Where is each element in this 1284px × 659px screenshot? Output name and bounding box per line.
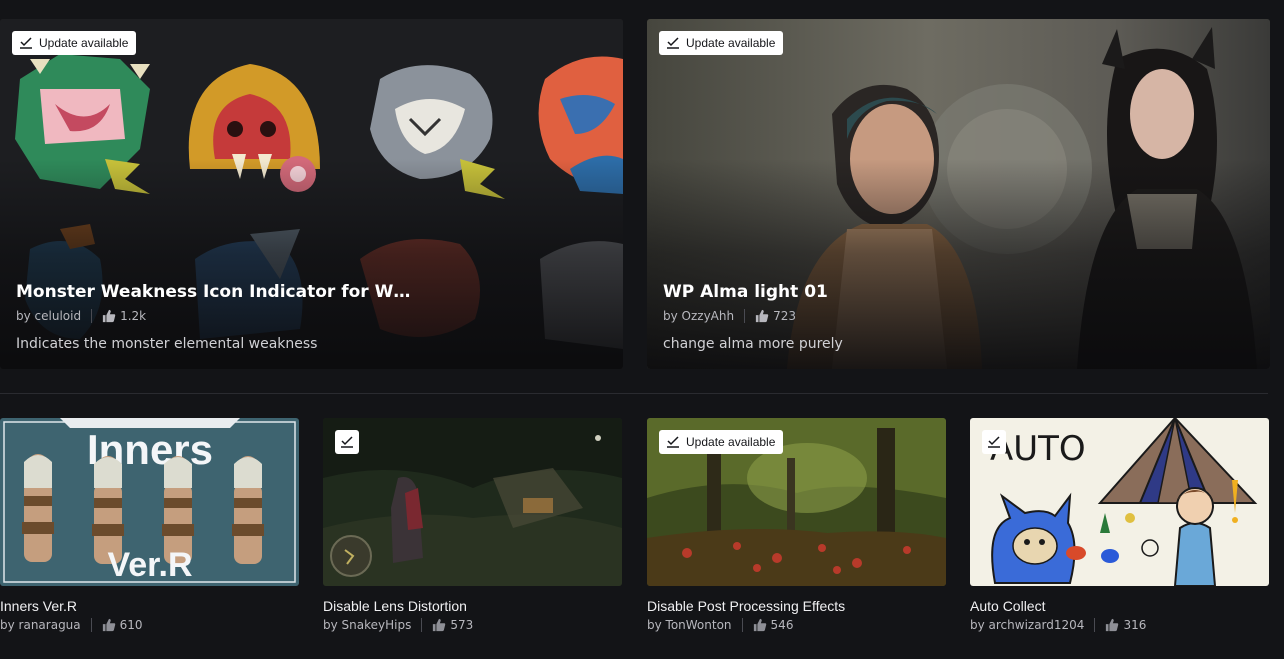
mod-author[interactable]: by OzzyAhh <box>663 309 734 323</box>
mod-thumbnail <box>323 418 622 586</box>
thumbs-up-icon <box>433 618 446 632</box>
mod-title[interactable]: Auto Collect <box>970 597 1269 615</box>
mod-description: change alma more purely <box>663 336 843 352</box>
mod-card[interactable]: Inners Ver.R Inners Ver.R by ranaragua 6… <box>0 418 299 632</box>
update-available-badge: Update available <box>659 430 784 454</box>
mod-meta: by ranaragua 610 <box>0 618 299 632</box>
mod-meta: by celuloid 1.2k <box>16 307 607 325</box>
meta-divider <box>744 309 746 323</box>
mod-meta: by TonWonton 546 <box>647 618 946 632</box>
mod-title[interactable]: Inners Ver.R <box>0 597 299 615</box>
check-download-icon <box>667 436 679 448</box>
mod-card[interactable]: AUTO Auto Collect by archwizard1204 316 <box>970 418 1269 632</box>
thumbs-up-icon <box>755 309 769 323</box>
likes-value: 316 <box>1123 618 1147 632</box>
featured-mod-card[interactable]: Update available Monster Weakness Icon I… <box>0 19 623 369</box>
badge-label: Update available <box>39 36 129 50</box>
mod-title[interactable]: Disable Lens Distortion <box>323 597 622 615</box>
mod-description: Indicates the monster elemental weakness <box>16 336 318 352</box>
thumbs-up-icon <box>1106 618 1119 632</box>
thumbnail-inners-art: Inners Ver.R <box>0 418 299 586</box>
likes-value: 723 <box>773 309 797 323</box>
mod-title[interactable]: Monster Weakness Icon Indicator for WILD… <box>16 281 416 303</box>
check-download-icon <box>988 436 1000 448</box>
mod-author[interactable]: by ranaragua <box>0 618 81 632</box>
likes-count: 1.2k <box>102 309 146 323</box>
mod-thumbnail: AUTO <box>970 418 1269 586</box>
mod-thumbnail: Inners Ver.R <box>0 418 299 586</box>
mods-page: Update available Monster Weakness Icon I… <box>0 0 1284 659</box>
mod-card[interactable]: Disable Lens Distortion by SnakeyHips 57… <box>323 418 622 632</box>
meta-divider <box>421 618 423 632</box>
likes-count: 573 <box>432 618 473 632</box>
thumb-text-bottom: Ver.R <box>107 546 192 584</box>
likes-value: 546 <box>770 618 794 632</box>
meta-divider <box>741 618 743 632</box>
likes-value: 573 <box>450 618 474 632</box>
badge-label: Update available <box>686 435 776 449</box>
featured-card-info: WP Alma light 01 by OzzyAhh 723 change a… <box>663 281 1254 353</box>
check-download-icon <box>20 37 32 49</box>
mod-author[interactable]: by TonWonton <box>647 618 732 632</box>
thumbs-up-icon <box>102 618 115 632</box>
likes-count: 610 <box>102 618 143 632</box>
meta-divider <box>91 309 93 323</box>
mod-card[interactable]: Update available Disable Post Processing… <box>647 418 946 632</box>
section-divider <box>0 393 1268 394</box>
thumbs-up-icon <box>753 618 766 632</box>
likes-count: 546 <box>753 618 794 632</box>
mod-author[interactable]: by SnakeyHips <box>323 618 411 632</box>
mod-title[interactable]: Disable Post Processing Effects <box>647 597 946 615</box>
mod-author[interactable]: by celuloid <box>16 309 81 323</box>
check-download-icon <box>667 37 679 49</box>
mod-thumbnail: Update available <box>647 418 946 586</box>
meta-divider <box>90 618 92 632</box>
update-available-badge: Update available <box>12 31 137 55</box>
meta-divider <box>1094 618 1096 632</box>
mod-meta: by SnakeyHips 573 <box>323 618 622 632</box>
featured-card-info: Monster Weakness Icon Indicator for WILD… <box>16 281 607 353</box>
likes-value: 1.2k <box>120 309 147 323</box>
check-download-icon <box>341 436 353 448</box>
thumbnail-lens-distortion-art <box>323 418 622 586</box>
installed-badge <box>335 430 359 454</box>
mod-author[interactable]: by archwizard1204 <box>970 618 1084 632</box>
installed-badge <box>982 430 1006 454</box>
thumbs-up-icon <box>102 309 116 323</box>
update-available-badge: Update available <box>659 31 784 55</box>
likes-value: 610 <box>119 618 143 632</box>
badge-label: Update available <box>686 36 776 50</box>
likes-count: 723 <box>755 309 796 323</box>
mod-meta: by archwizard1204 316 <box>970 618 1269 632</box>
thumbnail-auto-collect-art: AUTO <box>970 418 1269 586</box>
mod-meta: by OzzyAhh 723 <box>663 307 1254 325</box>
featured-mod-card[interactable]: Update available WP Alma light 01 by Ozz… <box>647 19 1270 369</box>
likes-count: 316 <box>1105 618 1146 632</box>
mod-title[interactable]: WP Alma light 01 <box>663 281 1063 303</box>
